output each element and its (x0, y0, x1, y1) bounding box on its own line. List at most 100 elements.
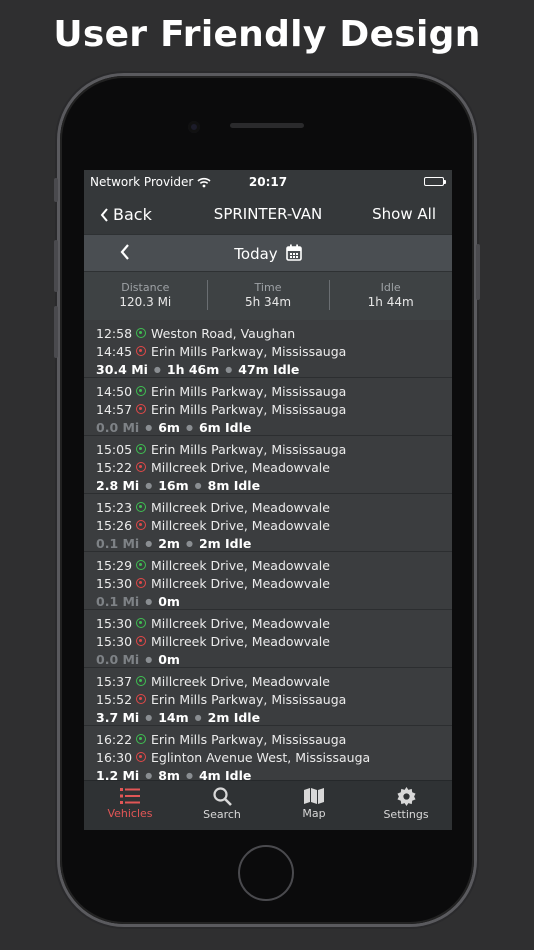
summary-idle: Idle 1h 44m (329, 272, 452, 320)
search-icon (176, 787, 268, 806)
tab-map[interactable]: Map (268, 781, 360, 830)
status-bar: Network Provider 20:17 (84, 170, 452, 194)
tab-label: Map (302, 807, 326, 820)
separator-dot: ● (194, 712, 202, 722)
separator-dot: ● (185, 538, 193, 548)
summary-label: Distance (121, 281, 170, 294)
summary-label: Time (254, 281, 282, 294)
start-time: 16:22 (96, 731, 133, 747)
trip-distance: 0.0 Mi (96, 651, 140, 667)
summary-value: 5h 34m (245, 295, 292, 309)
end-marker-icon (136, 404, 146, 414)
trip-row[interactable]: 15:29 Millcreek Drive, Meadowvale 15:30 … (84, 552, 452, 610)
tab-settings[interactable]: Settings (360, 781, 452, 830)
start-time: 15:05 (96, 441, 133, 457)
end-location: Millcreek Drive, Meadowvale (151, 633, 330, 649)
end-time: 14:57 (96, 401, 133, 417)
end-marker-icon (136, 346, 146, 356)
trip-summary: Distance 120.3 Mi Time 5h 34m Idle 1h 44… (84, 271, 452, 321)
trip-idle: 4m Idle (198, 767, 252, 781)
trip-end: 15:52 Erin Mills Parkway, Mississauga (96, 690, 452, 708)
start-location: Millcreek Drive, Meadowvale (151, 499, 330, 515)
end-marker-icon (136, 636, 146, 646)
trip-row[interactable]: 15:23 Millcreek Drive, Meadowvale 15:26 … (84, 494, 452, 552)
home-button[interactable] (238, 845, 294, 901)
volume-down-button (54, 306, 58, 358)
trip-idle: 2m Idle (207, 709, 261, 725)
start-location: Erin Mills Parkway, Mississauga (151, 731, 347, 747)
trip-end: 15:26 Millcreek Drive, Meadowvale (96, 516, 452, 534)
gear-icon (360, 787, 452, 806)
separator-dot: ● (225, 364, 233, 374)
trip-duration: 8m (158, 767, 180, 781)
trip-row[interactable]: 15:30 Millcreek Drive, Meadowvale 15:30 … (84, 610, 452, 668)
start-time: 15:23 (96, 499, 133, 515)
trip-stats: 30.4 Mi ● 1h 46m ● 47m Idle (96, 360, 452, 378)
end-time: 15:52 (96, 691, 133, 707)
start-marker-icon (136, 618, 146, 628)
trip-start: 15:37 Millcreek Drive, Meadowvale (96, 672, 452, 690)
end-marker-icon (136, 520, 146, 530)
map-icon (268, 787, 360, 805)
trip-row[interactable]: 14:50 Erin Mills Parkway, Mississauga 14… (84, 378, 452, 436)
trip-stats: 0.0 Mi ● 0m (96, 650, 452, 668)
end-location: Millcreek Drive, Meadowvale (151, 517, 330, 533)
summary-value: 1h 44m (367, 295, 414, 309)
start-location: Millcreek Drive, Meadowvale (151, 615, 330, 631)
trip-idle: 6m Idle (198, 419, 252, 435)
trip-stats: 2.8 Mi ● 16m ● 8m Idle (96, 476, 452, 494)
start-time: 15:37 (96, 673, 133, 689)
end-time: 15:30 (96, 633, 133, 649)
separator-dot: ● (185, 422, 193, 432)
trip-distance: 2.8 Mi (96, 477, 140, 493)
power-button (476, 244, 480, 300)
trip-duration: 1h 46m (166, 361, 220, 377)
summary-value: 120.3 Mi (119, 295, 172, 309)
calendar-icon[interactable] (286, 244, 302, 265)
trip-stats: 0.1 Mi ● 0m (96, 592, 452, 610)
trip-duration: 0m (158, 651, 180, 667)
trip-idle: 47m Idle (238, 361, 300, 377)
start-location: Millcreek Drive, Meadowvale (151, 557, 330, 573)
trip-row[interactable]: 16:22 Erin Mills Parkway, Mississauga 16… (84, 726, 452, 780)
tab-search[interactable]: Search (176, 781, 268, 830)
show-all-button[interactable]: Show All (372, 205, 436, 223)
summary-distance: Distance 120.3 Mi (84, 272, 207, 320)
list-icon (84, 787, 176, 805)
start-marker-icon (136, 502, 146, 512)
tab-label: Settings (383, 808, 429, 821)
separator-dot: ● (145, 422, 153, 432)
trip-stats: 3.7 Mi ● 14m ● 2m Idle (96, 708, 452, 726)
trip-list[interactable]: 12:58 Weston Road, Vaughan 14:45 Erin Mi… (84, 320, 452, 780)
summary-time: Time 5h 34m (206, 272, 330, 320)
trip-distance: 0.1 Mi (96, 535, 140, 551)
trip-start: 15:23 Millcreek Drive, Meadowvale (96, 498, 452, 516)
tab-vehicles[interactable]: Vehicles (84, 781, 176, 830)
trip-stats: 0.1 Mi ● 2m ● 2m Idle (96, 534, 452, 552)
trip-duration: 2m (158, 535, 180, 551)
end-location: Millcreek Drive, Meadowvale (151, 575, 330, 591)
trip-distance: 1.2 Mi (96, 767, 140, 781)
trip-end: 14:45 Erin Mills Parkway, Mississauga (96, 342, 452, 360)
trip-row[interactable]: 12:58 Weston Road, Vaughan 14:45 Erin Mi… (84, 320, 452, 378)
tab-bar: Vehicles Search Map Settings (84, 780, 452, 830)
trip-end: 15:30 Millcreek Drive, Meadowvale (96, 632, 452, 650)
trip-start: 15:29 Millcreek Drive, Meadowvale (96, 556, 452, 574)
end-time: 14:45 (96, 343, 133, 359)
start-marker-icon (136, 328, 146, 338)
trip-row[interactable]: 15:37 Millcreek Drive, Meadowvale 15:52 … (84, 668, 452, 726)
app-screen: Network Provider 20:17 Back SPRINTER-VAN… (84, 170, 452, 830)
trip-idle: 8m Idle (207, 477, 261, 493)
summary-label: Idle (380, 281, 401, 294)
trip-start: 15:05 Erin Mills Parkway, Mississauga (96, 440, 452, 458)
end-time: 16:30 (96, 749, 133, 765)
separator-dot: ● (145, 480, 153, 490)
trip-idle: 2m Idle (198, 535, 252, 551)
trip-row[interactable]: 15:05 Erin Mills Parkway, Mississauga 15… (84, 436, 452, 494)
trip-duration: 0m (158, 593, 180, 609)
mute-switch (54, 178, 58, 202)
earpiece-speaker (230, 123, 304, 128)
end-marker-icon (136, 578, 146, 588)
separator-dot: ● (145, 654, 153, 664)
date-label[interactable]: Today (84, 245, 452, 263)
